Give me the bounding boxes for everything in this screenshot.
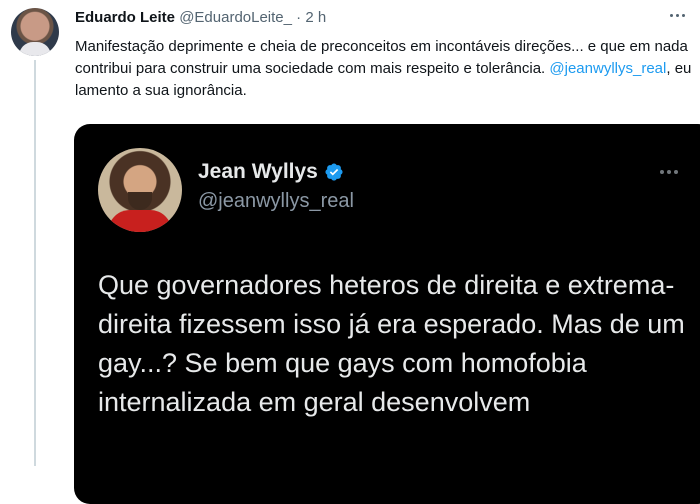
avatar-shirt <box>19 42 51 56</box>
more-horizontal-icon <box>660 170 664 174</box>
tweet-header: Eduardo Leite @EduardoLeite_ · 2 h <box>75 9 326 26</box>
quoted-author-name[interactable]: Jean Wyllys <box>198 160 318 184</box>
quoted-more-button[interactable] <box>654 162 684 182</box>
avatar-beard <box>128 192 152 210</box>
quoted-author-name-row: Jean Wyllys <box>198 160 344 184</box>
more-horizontal-icon <box>669 13 673 17</box>
avatar-shirt <box>108 210 172 232</box>
quoted-tweet-text: Que governadores heteros de direita e ex… <box>98 270 685 417</box>
author-name[interactable]: Eduardo Leite <box>75 9 175 26</box>
tweet-more-button[interactable] <box>662 4 692 26</box>
more-dot <box>667 170 671 174</box>
more-dot <box>675 13 679 17</box>
author-avatar[interactable] <box>11 8 59 56</box>
mention-link[interactable]: @jeanwyllys_real <box>549 60 666 77</box>
tweet-timestamp[interactable]: 2 h <box>305 9 326 26</box>
more-dot <box>674 170 678 174</box>
more-dot <box>681 13 685 17</box>
thread-line <box>34 60 36 466</box>
header-separator: · <box>296 9 302 26</box>
quoted-author-handle[interactable]: @jeanwyllys_real <box>198 190 354 213</box>
author-handle[interactable]: @EduardoLeite_ <box>179 9 292 26</box>
quoted-tweet-card[interactable]: Jean Wyllys @jeanwyllys_real Que governa… <box>74 124 700 504</box>
tweet-text: Manifestação deprimente e cheia de preco… <box>75 36 695 102</box>
quoted-author-avatar[interactable] <box>98 148 182 232</box>
verified-badge-icon <box>325 163 343 181</box>
